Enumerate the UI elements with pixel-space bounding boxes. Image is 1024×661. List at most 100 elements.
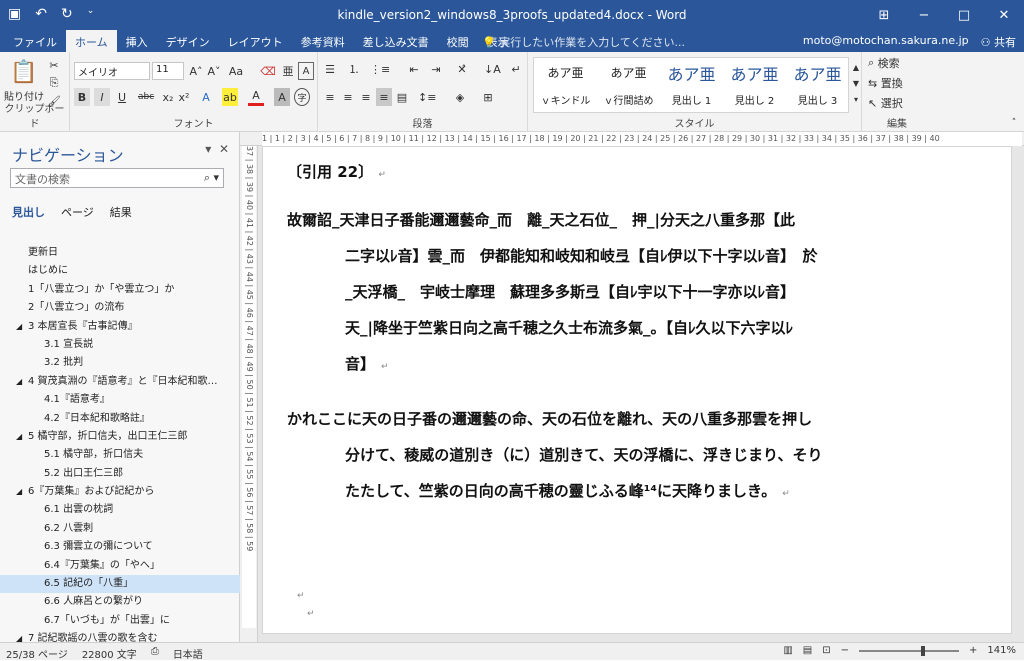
- multilevel-icon[interactable]: ⋮≡: [370, 60, 390, 78]
- char-shading-icon[interactable]: A: [274, 88, 290, 106]
- nav-heading-item[interactable]: 6.4『万葉集』の「やへ」: [0, 557, 240, 575]
- superscript-icon[interactable]: x²: [176, 88, 192, 106]
- bold-icon[interactable]: B: [74, 88, 90, 106]
- word-count[interactable]: 22800 文字: [82, 646, 137, 661]
- zoom-slider[interactable]: [859, 645, 960, 656]
- expand-triangle-icon[interactable]: ◢: [16, 373, 22, 391]
- nav-heading-item[interactable]: はじめに: [0, 262, 240, 280]
- document-body[interactable]: 〔引用 22〕 ↵ 故爾詔_天津日子番能邇邇藝命_而 離_天之石位_ 押_|分天…: [287, 161, 947, 512]
- change-case-button[interactable]: Aa: [228, 62, 244, 80]
- document-area[interactable]: 〔引用 22〕 ↵ 故爾詔_天津日子番能邇邇藝命_而 離_天之石位_ 押_|分天…: [258, 146, 1024, 642]
- nav-heading-item[interactable]: 6.1 出雲の枕詞: [0, 501, 240, 519]
- reading-paragraph[interactable]: かれここに天の日子番の邇邇藝の命、天の石位を離れ、天の八重多那雲を押し 分けて、稜…: [287, 401, 947, 512]
- nav-heading-item[interactable]: ◢ 4 賀茂真淵の『語意考』と『日本紀和歌…: [0, 373, 240, 391]
- phonetic-guide-icon[interactable]: 亜: [280, 62, 296, 80]
- align-right-icon[interactable]: ≡: [358, 88, 374, 106]
- web-layout-icon[interactable]: ⊡: [822, 645, 830, 656]
- distributed-icon[interactable]: ▤: [394, 88, 410, 106]
- borders-icon[interactable]: ⊞: [480, 88, 496, 106]
- expand-triangle-icon[interactable]: ◢: [16, 483, 22, 501]
- nav-heading-item[interactable]: 6.2 八雲刺: [0, 520, 240, 538]
- nav-search-input[interactable]: 文書の検索 ⌕ ▾: [10, 168, 224, 188]
- minimize-button[interactable]: −: [904, 0, 944, 30]
- paste-icon[interactable]: 📋: [10, 58, 37, 86]
- underline-icon[interactable]: U: [114, 88, 130, 106]
- share-button[interactable]: ⚇ 共有: [981, 34, 1016, 50]
- nav-heading-item[interactable]: 2「八雲立つ」の流布: [0, 299, 240, 317]
- nav-heading-item[interactable]: 更新日: [0, 244, 240, 262]
- strikethrough-icon[interactable]: abc: [138, 88, 154, 106]
- ribbon-display-icon[interactable]: ⊞: [864, 0, 904, 30]
- shrink-font-icon[interactable]: A˅: [206, 62, 222, 80]
- read-mode-icon[interactable]: ▥: [783, 645, 792, 656]
- font-name-combo[interactable]: メイリオ: [74, 62, 150, 80]
- nav-tab-0[interactable]: 見出し: [12, 204, 45, 220]
- justify-icon[interactable]: ≡: [376, 88, 392, 106]
- proofing-icon[interactable]: ⎙: [151, 646, 159, 661]
- tab-3[interactable]: デザイン: [157, 30, 219, 52]
- zoom-thumb[interactable]: [921, 645, 926, 656]
- char-border-icon[interactable]: A: [298, 62, 314, 80]
- expand-triangle-icon[interactable]: ◢: [16, 318, 22, 336]
- language[interactable]: 日本語: [173, 646, 203, 661]
- nav-heading-item[interactable]: 5.1 橘守部，折口信夫: [0, 446, 240, 464]
- text-effects-icon[interactable]: A: [198, 88, 214, 106]
- document-page[interactable]: 〔引用 22〕 ↵ 故爾詔_天津日子番能邇邇藝命_而 離_天之石位_ 押_|分天…: [262, 146, 1012, 634]
- nav-heading-item[interactable]: 6.3 彌雲立の彌について: [0, 538, 240, 556]
- nav-heading-item[interactable]: 6.5 記紀の「八重」: [0, 575, 240, 594]
- tab-1[interactable]: ホーム: [66, 30, 117, 52]
- decrease-indent-icon[interactable]: ⇤: [406, 60, 422, 78]
- zoom-level[interactable]: 141%: [987, 645, 1016, 656]
- nav-heading-item[interactable]: 1「八雲立つ」か「や雲立つ」か: [0, 281, 240, 299]
- numbering-icon[interactable]: ⒈: [346, 60, 362, 78]
- grow-font-icon[interactable]: A˄: [188, 62, 204, 80]
- shading-icon[interactable]: ◈: [452, 88, 468, 106]
- undo-icon[interactable]: ↶: [35, 6, 47, 22]
- font-size-combo[interactable]: 11: [152, 62, 184, 80]
- copy-icon[interactable]: ⎘: [46, 74, 62, 92]
- line-spacing-icon[interactable]: ↕≡: [418, 88, 436, 106]
- style-item-4[interactable]: あア亜 見出し 3: [786, 58, 849, 114]
- tell-me-input[interactable]: 💡 実行したい作業を入力してください...: [482, 34, 685, 50]
- font-color-icon[interactable]: A: [248, 88, 264, 106]
- subscript-icon[interactable]: x₂: [160, 88, 176, 106]
- collapse-ribbon-icon[interactable]: ˄: [1006, 114, 1022, 132]
- nav-heading-item[interactable]: 4.1『語意考』: [0, 391, 240, 409]
- kanbun-paragraph[interactable]: 故爾詔_天津日子番能邇邇藝命_而 離_天之石位_ 押_|分天之八重多那【此 二字以…: [287, 202, 947, 385]
- tab-5[interactable]: 参考資料: [292, 30, 354, 52]
- nav-heading-item[interactable]: ◢ 6『万葉集』および記紀から: [0, 483, 240, 501]
- nav-heading-item[interactable]: 3.1 宣長説: [0, 336, 240, 354]
- maximize-button[interactable]: □: [944, 0, 984, 30]
- zoom-in-button[interactable]: +: [969, 645, 977, 656]
- highlight-icon[interactable]: ab: [222, 88, 238, 106]
- bullets-icon[interactable]: ☰: [322, 60, 338, 78]
- replace-button[interactable]: ⇆ 置換: [868, 74, 903, 92]
- cut-icon[interactable]: ✂: [46, 56, 62, 74]
- tab-6[interactable]: 差し込み文書: [354, 30, 438, 52]
- account-email[interactable]: moto@motochan.sakura.ne.jp: [803, 34, 969, 50]
- find-button[interactable]: ⌕ 検索: [868, 54, 900, 72]
- nav-heading-item[interactable]: 5.2 出口王仁三郎: [0, 465, 240, 483]
- tab-2[interactable]: 挿入: [117, 30, 157, 52]
- nav-heading-item[interactable]: ◢ 3 本居宣長『古事記傳』: [0, 318, 240, 336]
- nav-heading-item[interactable]: ◢ 5 橘守部，折口信夫，出口王仁三郎: [0, 428, 240, 446]
- tab-7[interactable]: 校閲: [438, 30, 478, 52]
- nav-heading-item[interactable]: 6.6 人麻呂との繋がり: [0, 593, 240, 611]
- horizontal-ruler[interactable]: 1 | 1 | 2 | 3 | 4 | 5 | 6 | 7 | 8 | 9 | …: [240, 132, 1024, 146]
- show-marks-icon[interactable]: ↵: [508, 60, 524, 78]
- nav-heading-item[interactable]: 3.2 批判: [0, 354, 240, 372]
- vertical-ruler[interactable]: 37 | 38 | 39 | 40 | 41 | 42 | 43 | 44 | …: [240, 146, 258, 642]
- nav-tab-1[interactable]: ページ: [61, 204, 94, 220]
- increase-indent-icon[interactable]: ⇥: [428, 60, 444, 78]
- search-icon[interactable]: ⌕ ▾: [204, 171, 219, 185]
- align-left-icon[interactable]: ≡: [322, 88, 338, 106]
- align-center-icon[interactable]: ≡: [340, 88, 356, 106]
- enclose-char-icon[interactable]: 字: [294, 88, 310, 106]
- select-button[interactable]: ↖ 選択: [868, 94, 903, 112]
- redo-icon[interactable]: ↻: [61, 6, 73, 22]
- clear-format-icon[interactable]: ⌫: [260, 62, 276, 80]
- zoom-out-button[interactable]: −: [841, 645, 849, 656]
- page-count[interactable]: 25/38 ページ: [6, 646, 68, 661]
- nav-close-icon[interactable]: ✕: [219, 142, 229, 156]
- style-item-1[interactable]: あア亜 ｖ行間詰め: [597, 58, 660, 114]
